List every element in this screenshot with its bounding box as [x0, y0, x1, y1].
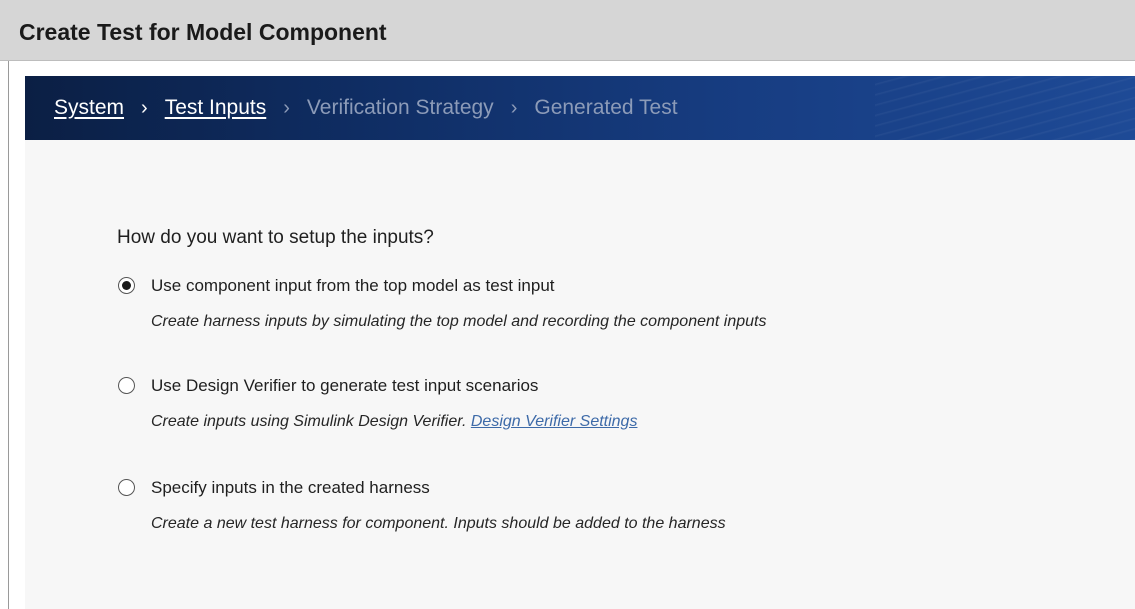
- option-label[interactable]: Use component input from the top model a…: [151, 276, 555, 296]
- breadcrumb: System › Test Inputs › Verification Stra…: [54, 95, 678, 121]
- window-titlebar: Create Test for Model Component: [0, 0, 1135, 61]
- chevron-right-icon: ›: [510, 97, 518, 119]
- design-verifier-settings-link[interactable]: Design Verifier Settings: [471, 413, 638, 430]
- chevron-right-icon: ›: [283, 97, 290, 119]
- window-title: Create Test for Model Component: [19, 19, 387, 45]
- breadcrumb-step-generated-test: Generated Test: [534, 96, 678, 119]
- radio-unchecked-icon[interactable]: [118, 479, 135, 496]
- chevron-right-icon: ›: [141, 97, 148, 119]
- wizard-header: System › Test Inputs › Verification Stra…: [25, 76, 1135, 140]
- radio-unchecked-icon[interactable]: [118, 377, 135, 394]
- option-description-text: Create a new test harness for component.…: [151, 515, 726, 532]
- option-label[interactable]: Specify inputs in the created harness: [151, 478, 430, 498]
- option-description: Create harness inputs by simulating the …: [151, 312, 766, 332]
- option-description-text: Create inputs using Simulink Design Veri…: [151, 413, 467, 430]
- breadcrumb-step-test-inputs[interactable]: Test Inputs: [165, 95, 267, 121]
- wizard-content: How do you want to setup the inputs? Use…: [25, 140, 1135, 609]
- radio-checked-icon[interactable]: [118, 277, 135, 294]
- header-decoration: [875, 76, 1135, 140]
- option-label[interactable]: Use Design Verifier to generate test inp…: [151, 376, 538, 396]
- option-description-text: Create harness inputs by simulating the …: [151, 313, 767, 330]
- breadcrumb-step-verification-strategy: Verification Strategy: [306, 96, 494, 119]
- breadcrumb-step-system[interactable]: System: [54, 95, 124, 121]
- option-description: Create inputs using Simulink Design Veri…: [151, 412, 637, 432]
- dialog-body: System › Test Inputs › Verification Stra…: [0, 61, 1135, 609]
- option-description: Create a new test harness for component.…: [151, 514, 726, 534]
- question-heading: How do you want to setup the inputs?: [117, 227, 434, 248]
- frame-border: [8, 61, 9, 609]
- radio-selected-dot: [122, 281, 131, 290]
